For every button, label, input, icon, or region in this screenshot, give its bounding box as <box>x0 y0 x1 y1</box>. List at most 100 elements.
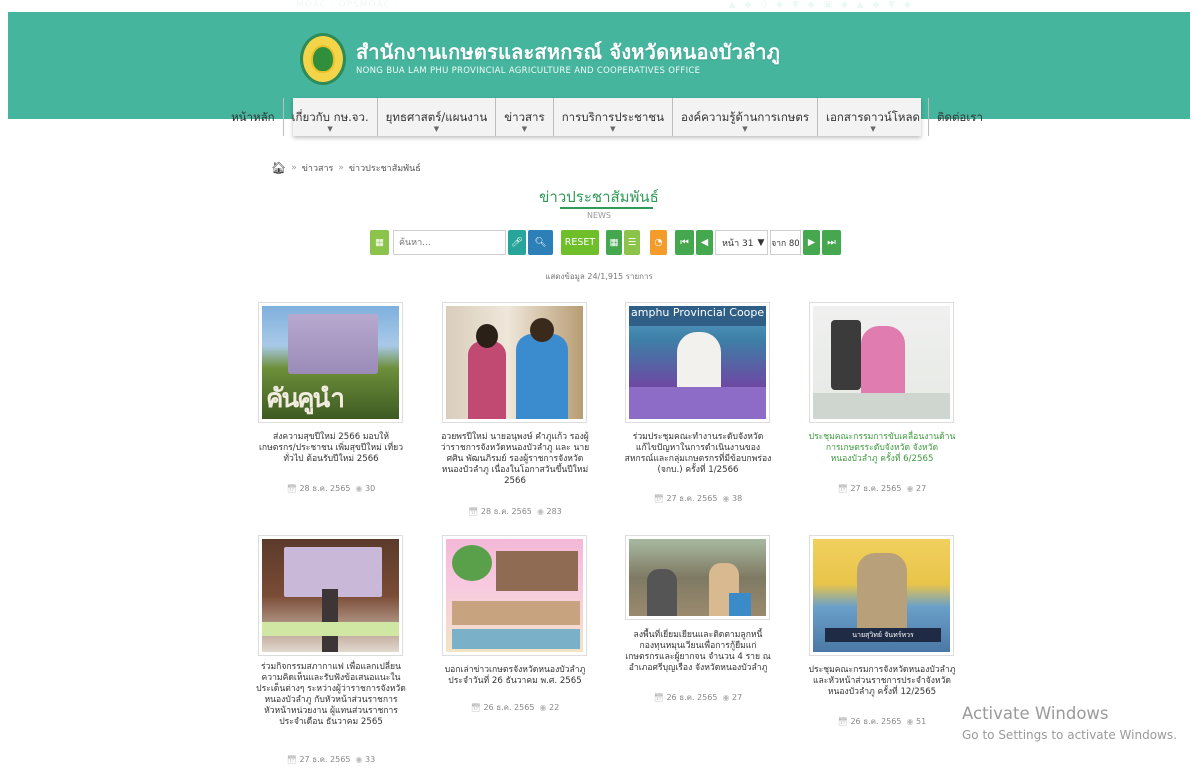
news-image: amphu Provincial Coope <box>629 306 766 419</box>
news-views: 283 <box>546 507 562 516</box>
result-count: แสดงข้อมูล 24/1,915 รายการ <box>545 272 653 281</box>
nav-label: ข่าวสาร <box>504 110 545 124</box>
site-logo[interactable] <box>300 33 346 85</box>
eye-icon: ◉ <box>355 484 363 493</box>
news-thumbnail[interactable]: คันคูนำ <box>258 302 403 423</box>
site-subtitle: NONG BUA LAM PHU PROVINCIAL AGRICULTURE … <box>356 66 701 76</box>
search-icon: 🔍︎ <box>534 237 547 248</box>
news-title[interactable]: บอกเล่าข่าวเกษตรจังหวัดหนองบัวลำภู ประจำ… <box>440 665 590 687</box>
breadcrumb-separator: » <box>338 163 344 173</box>
news-date: 26 ธ.ค. 2565 <box>850 717 902 726</box>
top-right-icons[interactable]: ▲ ◆ Q ◆ ▼ ◆ ▣ ◆ ▲ ◆ ▼ ◆ <box>729 0 914 10</box>
calendar-icon: 📅︎ <box>653 693 664 702</box>
news-image: นายสุวิทย์ จันทร์หวร <box>813 539 950 652</box>
chevron-down-icon: ▼ <box>870 125 876 133</box>
rss-button[interactable]: ◔ <box>650 230 667 255</box>
nav-item-strategy[interactable]: ยุทธศาสตร์/แผนงาน ▼ <box>376 98 496 136</box>
nav-label: เอกสารดาวน์โหลด <box>826 110 921 124</box>
news-thumbnail[interactable] <box>258 535 403 656</box>
page: MOAC · OPSMOAC · ▲ ◆ Q ◆ ▼ ◆ ▣ ◆ ▲ ◆ ▼ ◆… <box>0 0 1198 768</box>
calendar-button[interactable]: ▦ <box>370 230 389 255</box>
calendar-icon: 📅︎ <box>286 484 297 493</box>
news-title[interactable]: อวยพรปีใหม่ นายอนุพงษ์ คำภูแก้ว รองผู้ว่… <box>440 432 590 487</box>
news-image <box>446 539 583 652</box>
nav-item-news[interactable]: ข่าวสาร ▼ <box>495 98 552 136</box>
reset-button[interactable]: RESET <box>561 230 599 255</box>
news-date: 28 ธ.ค. 2565 <box>299 484 351 493</box>
eye-icon: ◉ <box>536 507 544 516</box>
next-page-button[interactable]: ▶ <box>803 230 820 255</box>
news-thumbnail[interactable] <box>809 302 954 423</box>
search-input[interactable] <box>393 230 506 255</box>
news-title[interactable]: ส่งความสุขปีใหม่ 2566 มอบให้ เกษตรกร/ประ… <box>256 432 406 465</box>
news-date: 27 ธ.ค. 2565 <box>299 755 351 764</box>
news-thumbnail[interactable]: นายสุวิทย์ จันทร์หวร <box>809 535 954 656</box>
calendar-icon: 📅︎ <box>837 717 848 726</box>
news-image <box>262 539 399 652</box>
breadcrumb-separator: » <box>291 163 297 173</box>
nav-label: หน้าหลัก <box>231 110 275 124</box>
activate-windows-hint: Go to Settings to activate Windows. <box>962 728 1177 742</box>
nav-item-home[interactable]: หน้าหลัก <box>223 98 283 136</box>
activate-windows-watermark: Activate Windows Go to Settings to activ… <box>962 704 1177 742</box>
news-thumbnail[interactable]: amphu Provincial Coope <box>625 302 770 423</box>
page-total: จาก 80 <box>770 230 801 255</box>
news-views: 22 <box>549 703 560 712</box>
list-view-button[interactable]: ☰ <box>624 230 640 255</box>
chevron-down-icon: ▼ <box>521 125 528 133</box>
last-page-button[interactable]: ⏭ <box>822 230 841 255</box>
nav-label: ยุทธศาสตร์/แผนงาน <box>385 110 488 124</box>
news-views: 51 <box>916 717 927 726</box>
calendar-icon: 📅︎ <box>468 507 479 516</box>
news-views: 27 <box>732 693 743 702</box>
chevron-down-icon: ▼ <box>742 125 748 133</box>
nav-item-downloads[interactable]: เอกสารดาวน์โหลด ▼ <box>817 98 928 136</box>
first-page-icon: ⏮ <box>680 237 689 248</box>
top-left-links[interactable]: MOAC · OPSMOAC · <box>296 0 398 10</box>
home-icon[interactable]: 🏠︎ <box>271 161 286 175</box>
eye-icon: ◉ <box>539 703 547 712</box>
news-meta: 📅︎ 28 ธ.ค. 2565 ◉ 30 <box>256 482 406 495</box>
chevron-left-icon: ◀ <box>700 237 709 248</box>
grid-view-button[interactable]: ▦ <box>606 230 622 255</box>
site-title[interactable]: สำนักงานเกษตรและสหกรณ์ จังหวัดหนองบัวลำภ… <box>356 36 780 68</box>
news-meta: 📅︎ 26 ธ.ค. 2565 ◉ 22 <box>440 701 590 714</box>
news-thumbnail[interactable] <box>625 535 770 620</box>
prev-page-button[interactable]: ◀ <box>696 230 713 255</box>
image-text: amphu Provincial Coope <box>629 306 766 326</box>
news-views: 27 <box>916 484 927 493</box>
calendar-icon: 📅︎ <box>286 755 297 764</box>
news-title[interactable]: ประชุมคณะกรมการจังหวัดหนองบัวลำภู และหัว… <box>807 665 957 698</box>
microphone-icon: 🎤︎ <box>510 237 524 248</box>
calendar-icon: 📅︎ <box>470 703 481 712</box>
news-views: 38 <box>732 494 743 503</box>
news-title[interactable]: ประชุมคณะกรรมการขับเคลื่อนงานด้านการเกษต… <box>807 432 957 465</box>
page-select[interactable]: หน้า 31 ▼ <box>715 230 768 255</box>
top-utility-bar: MOAC · OPSMOAC · ▲ ◆ Q ◆ ▼ ◆ ▣ ◆ ▲ ◆ ▼ ◆ <box>290 0 920 14</box>
news-image: คันคูนำ <box>262 306 399 419</box>
image-text: คันคูนำ <box>266 384 345 414</box>
chevron-down-icon: ▼ <box>433 125 440 133</box>
breadcrumb-item-current: ข่าวประชาสัมพันธ์ <box>348 164 421 174</box>
grid-icon: ▦ <box>609 237 619 248</box>
title-underline <box>560 207 653 209</box>
news-title[interactable]: ลงพื้นที่เยี่ยมเยียนและติดตามลูกหนี้กองท… <box>623 630 773 674</box>
calendar-icon: 📅︎ <box>653 494 664 503</box>
chevron-down-icon: ▼ <box>757 237 765 248</box>
last-page-icon: ⏭ <box>827 237 836 248</box>
first-page-button[interactable]: ⏮ <box>675 230 694 255</box>
nav-item-contact[interactable]: ติดต่อเรา <box>928 98 991 136</box>
main-nav: หน้าหลัก เกี่ยวกับ กษ.จว. ▼ ยุทธศาสตร์/แผ… <box>231 98 983 136</box>
news-thumbnail[interactable] <box>442 302 587 423</box>
page-select-value: หน้า 31 <box>722 238 754 249</box>
news-thumbnail[interactable] <box>442 535 587 656</box>
nav-item-knowledge[interactable]: องค์ความรู้ด้านการเกษตร ▼ <box>671 98 817 136</box>
search-button[interactable]: 🔍︎ <box>528 230 553 255</box>
breadcrumb-item-news[interactable]: ข่าวสาร <box>302 161 334 175</box>
nav-item-services[interactable]: การบริการประชาชน ▼ <box>552 98 672 136</box>
voice-search-button[interactable]: 🎤︎ <box>508 230 526 255</box>
news-title[interactable]: ร่วมกิจกรรมสภากาแฟ เพื่อแลกเปลี่ยนความคิ… <box>256 662 406 728</box>
news-title[interactable]: ร่วมประชุมคณะทำงานระดับจังหวัดแก้ไขปัญหา… <box>623 432 773 476</box>
nav-item-about[interactable]: เกี่ยวกับ กษ.จว. ▼ <box>282 98 377 136</box>
news-views: 33 <box>365 755 376 764</box>
